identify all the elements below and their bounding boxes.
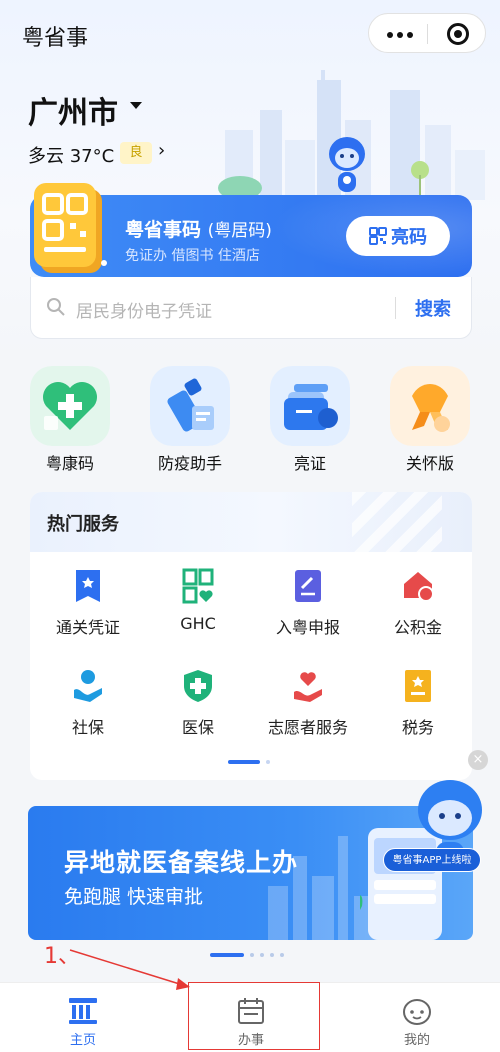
quick-tile-license[interactable]: 亮证: [265, 366, 355, 476]
pager-dot: [270, 953, 274, 957]
epidemic-helper-icon: [150, 366, 230, 446]
service-medical-insurance[interactable]: 医保: [143, 668, 253, 748]
pager-dot: [280, 953, 284, 957]
miniprogram-capsule: [368, 13, 486, 53]
code-card-title-main: 粤省事码: [125, 219, 202, 241]
service-label: GHC: [180, 614, 216, 633]
mascot-icon: [329, 137, 365, 192]
care-edition-icon: [390, 366, 470, 446]
annotation-step-label: 1、: [44, 944, 80, 969]
service-entry-declaration[interactable]: 入粤申报: [253, 568, 363, 648]
service-label: 公积金: [393, 618, 442, 637]
mascot-face-icon: [403, 999, 431, 1025]
close-icon[interactable]: ×: [468, 750, 488, 770]
service-tax[interactable]: 税务: [363, 668, 472, 748]
tab-bar: 主页 办事 我的: [0, 982, 500, 1052]
qr-icon: [369, 227, 387, 245]
caret-down-icon[interactable]: [130, 102, 142, 109]
pager-dot-active: [228, 760, 260, 764]
pager-dot: [266, 760, 270, 764]
air-quality-badge: 良: [120, 142, 152, 164]
quick-tile-label: 亮证: [293, 454, 326, 473]
code-card-title-suffix: (粤居码): [207, 221, 272, 241]
search-button[interactable]: 搜索: [415, 295, 451, 321]
service-label: 医保: [181, 718, 214, 737]
home-icon: [69, 998, 97, 1024]
tab-label: 办事: [237, 1033, 264, 1048]
quick-tile-label: 粤康码: [45, 454, 94, 473]
tax-icon: [405, 670, 431, 702]
search-divider: [395, 297, 396, 319]
app-header: 粤省事: [0, 0, 500, 66]
capsule-divider: [427, 24, 428, 44]
customs-pass-icon: [76, 570, 100, 602]
more-icon[interactable]: [387, 32, 413, 38]
tab-label: 我的: [403, 1033, 430, 1048]
code-card-title: 粤省事码 (粤居码): [125, 215, 272, 242]
banner-title: 异地就医备案线上办: [64, 848, 299, 877]
service-label: 税务: [401, 718, 434, 737]
quick-tile-health-code[interactable]: 粤康码: [25, 366, 115, 476]
city-selector[interactable]: 广州市: [28, 88, 118, 132]
search-input[interactable]: 居民身份电子凭证: [76, 297, 212, 322]
license-icon: [270, 366, 350, 446]
medical-insurance-icon: [184, 670, 212, 702]
pager-dot-active: [210, 953, 244, 957]
tab-affairs[interactable]: 办事: [186, 983, 316, 1052]
service-social-security[interactable]: 社保: [33, 668, 143, 748]
service-label: 入粤申报: [275, 618, 340, 637]
calendar-icon: [238, 998, 264, 1024]
tab-mine[interactable]: 我的: [352, 983, 482, 1052]
service-volunteer[interactable]: 志愿者服务: [253, 668, 363, 748]
close-target-icon[interactable]: [447, 23, 469, 45]
pager-dot: [250, 953, 254, 957]
hot-services-title: 热门服务: [47, 514, 119, 535]
code-card-subtitle: 免证办 借图书 住酒店: [125, 248, 260, 264]
quick-tile-label: 关怀版: [405, 454, 454, 473]
ghc-icon: [182, 568, 214, 604]
hot-services-card: 热门服务 通关凭证 GHC 入粤申报 公积金 社保 医保 志愿者服务 税务: [30, 492, 472, 780]
qr-code-card-icon: [34, 183, 107, 273]
tab-home[interactable]: 主页: [18, 983, 148, 1052]
show-code-button[interactable]: 亮码: [346, 216, 450, 256]
hot-services-pager: [228, 760, 276, 764]
hot-services-header: 热门服务: [30, 492, 472, 552]
quick-tile-care-edition[interactable]: 关怀版: [385, 366, 475, 476]
app-title: 粤省事: [22, 26, 89, 51]
tab-label: 主页: [69, 1033, 96, 1048]
banner-subtitle: 免跑腿 快速审批: [64, 886, 204, 908]
service-label: 通关凭证: [55, 618, 120, 637]
search-bar[interactable]: 居民身份电子凭证 搜索: [30, 277, 472, 339]
banner-pager: [210, 953, 290, 957]
chevron-right-icon[interactable]: ›: [158, 140, 165, 161]
entry-declaration-icon: [295, 570, 321, 602]
show-code-label: 亮码: [391, 227, 427, 248]
service-customs-pass[interactable]: 通关凭证: [33, 568, 143, 648]
service-housing-fund[interactable]: 公积金: [363, 568, 472, 648]
search-icon: [47, 298, 65, 316]
social-security-icon: [74, 670, 102, 702]
banner-tag: 粤省事APP上线啦: [383, 848, 481, 872]
weather-text[interactable]: 多云 37°C: [28, 142, 114, 168]
volunteer-icon: [294, 672, 322, 702]
quick-tile-label: 防疫助手: [157, 454, 222, 473]
quick-tile-epidemic-helper[interactable]: 防疫助手: [145, 366, 235, 476]
pager-dot: [260, 953, 264, 957]
service-label: 社保: [71, 718, 104, 737]
service-ghc[interactable]: GHC: [143, 568, 253, 648]
housing-fund-icon: [404, 572, 434, 602]
health-code-icon: [30, 366, 110, 446]
service-label: 志愿者服务: [267, 718, 348, 737]
